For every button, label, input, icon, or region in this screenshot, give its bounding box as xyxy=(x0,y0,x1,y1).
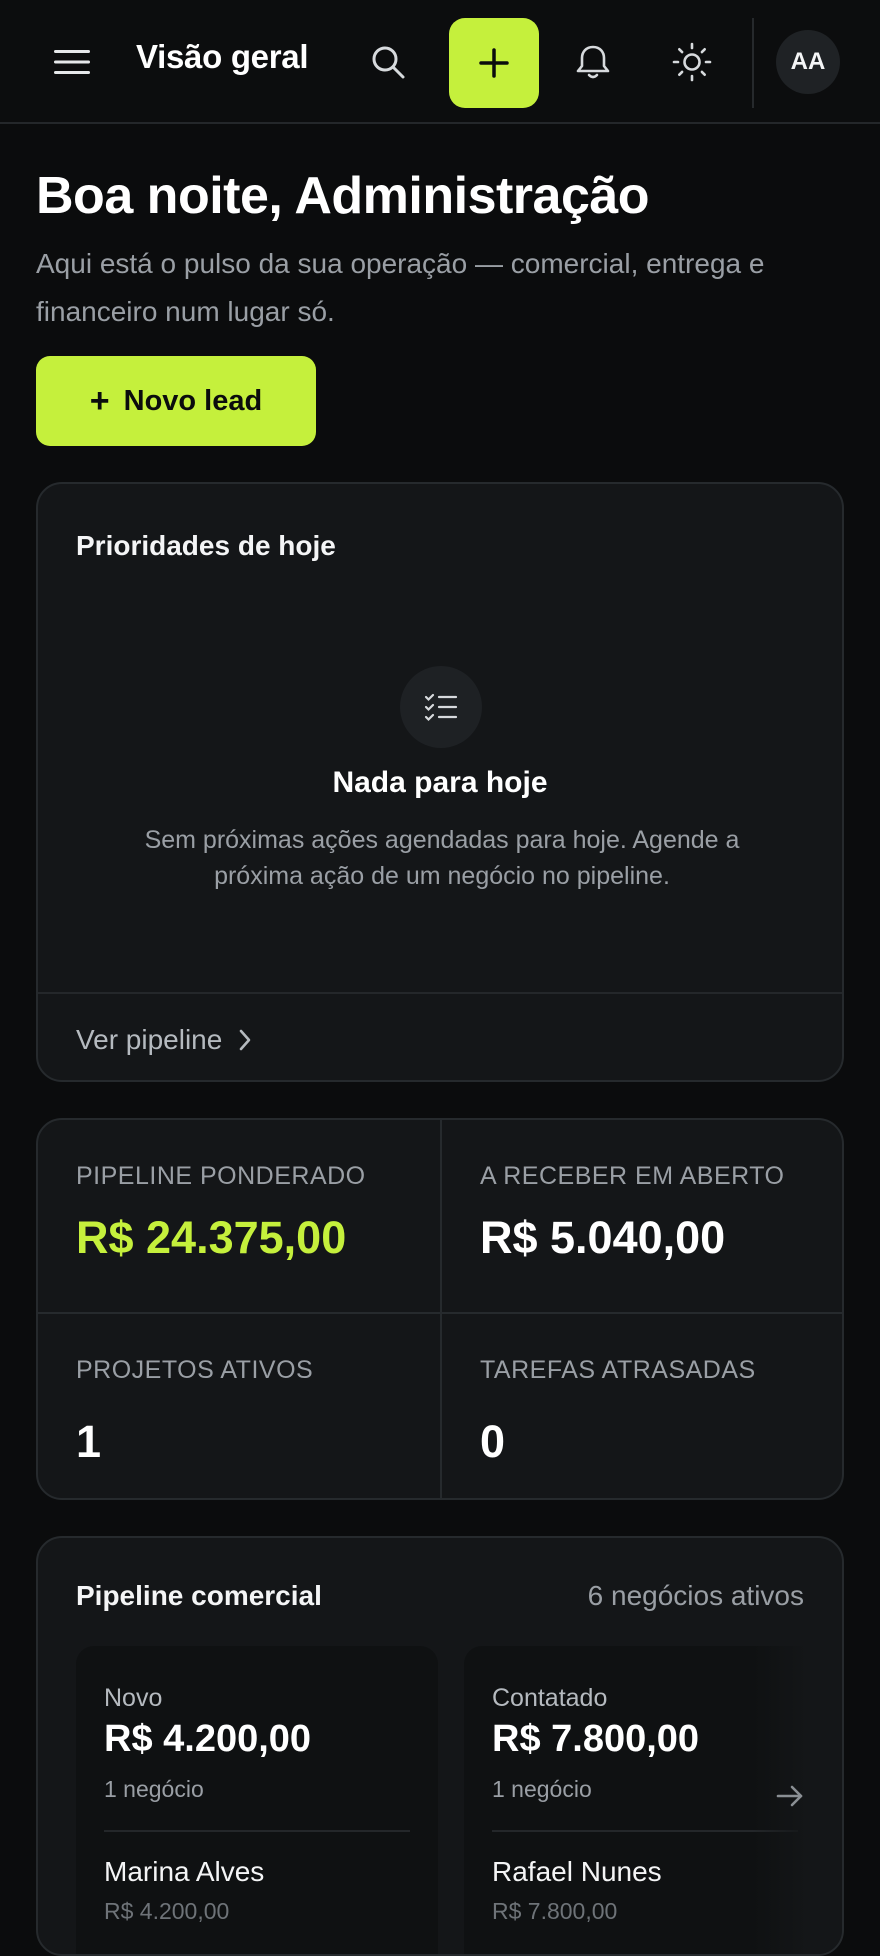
stat-weighted-pipeline: Pipeline ponderado R$ 24.375,00 xyxy=(38,1120,440,1310)
empty-state-title: Nada para hoje xyxy=(332,766,548,799)
sun-icon xyxy=(672,42,712,82)
greeting-subtitle: Aqui está o pulso da sua operação — come… xyxy=(36,248,765,327)
stage-divider xyxy=(104,1830,410,1832)
card-divider xyxy=(38,992,842,994)
notifications-button[interactable] xyxy=(565,34,621,90)
quick-add-button[interactable] xyxy=(449,18,539,108)
stat-receivables: A receber em aberto R$ 5.040,00 xyxy=(442,1120,842,1310)
pipeline-title: Pipeline comercial xyxy=(76,1580,322,1611)
page-title: Visão geral xyxy=(136,38,309,75)
topbar-divider xyxy=(752,18,754,108)
stat-label: A receber em aberto xyxy=(480,1162,785,1190)
pipeline-stage-novo[interactable]: Novo R$ 4.200,00 1 negócio Marina Alves … xyxy=(76,1646,438,1954)
pipeline-card: Pipeline comercial 6 negócios ativos Nov… xyxy=(36,1536,844,1956)
stage-name: Contatado xyxy=(492,1684,608,1712)
empty-state-description: Sem próximas ações agendadas para hoje. … xyxy=(144,826,740,890)
stat-label: Tarefas atrasadas xyxy=(480,1356,756,1384)
plus-icon: + xyxy=(89,382,110,420)
stat-active-projects: Projetos ativos 1 xyxy=(38,1314,440,1498)
new-lead-button[interactable]: + Novo lead xyxy=(36,356,316,446)
avatar[interactable]: AA xyxy=(776,30,840,94)
greeting-title: Boa noite, Administração xyxy=(36,167,650,225)
priorities-card: Prioridades de hoje Nada para hoje Sem p… xyxy=(36,482,844,1082)
bell-icon xyxy=(576,45,610,79)
view-pipeline-link[interactable]: Ver pipeline xyxy=(76,1024,252,1056)
priorities-title: Prioridades de hoje xyxy=(76,530,336,561)
stat-label: Projetos ativos xyxy=(76,1356,314,1384)
deal-value: R$ 4.200,00 xyxy=(104,1898,230,1924)
stat-value: 0 xyxy=(480,1416,506,1467)
stage-amount: R$ 7.800,00 xyxy=(492,1718,700,1760)
deal-name[interactable]: Rafael Nunes xyxy=(492,1856,662,1888)
deal-name[interactable]: Marina Alves xyxy=(104,1856,264,1888)
top-bar: Visão geral AA xyxy=(0,0,880,124)
stage-deal-count: 1 negócio xyxy=(492,1776,592,1802)
menu-icon xyxy=(54,50,90,74)
stage-deal-count: 1 negócio xyxy=(104,1776,204,1802)
stat-value: R$ 5.040,00 xyxy=(480,1212,726,1263)
checklist-icon xyxy=(400,666,482,748)
search-icon xyxy=(372,46,405,79)
stat-value: 1 xyxy=(76,1416,102,1467)
scroll-right-button[interactable] xyxy=(776,1784,804,1813)
deal-value: R$ 7.800,00 xyxy=(492,1898,618,1924)
stat-label: Pipeline ponderado xyxy=(76,1162,366,1190)
new-lead-label: Novo lead xyxy=(123,384,263,417)
stage-amount: R$ 4.200,00 xyxy=(104,1718,312,1760)
chevron-right-icon xyxy=(240,1029,251,1051)
arrow-right-icon xyxy=(776,1785,803,1807)
search-button[interactable] xyxy=(360,34,416,90)
view-pipeline-label: Ver pipeline xyxy=(76,1024,223,1055)
stat-overdue-tasks: Tarefas atrasadas 0 xyxy=(442,1314,842,1498)
stage-name: Novo xyxy=(104,1684,163,1712)
stats-card: Pipeline ponderado R$ 24.375,00 A recebe… xyxy=(36,1118,844,1500)
menu-button[interactable] xyxy=(44,32,100,92)
plus-icon xyxy=(479,48,509,78)
pipeline-count: 6 negócios ativos xyxy=(587,1580,804,1611)
stat-value: R$ 24.375,00 xyxy=(76,1212,347,1263)
theme-toggle-button[interactable] xyxy=(664,34,720,90)
